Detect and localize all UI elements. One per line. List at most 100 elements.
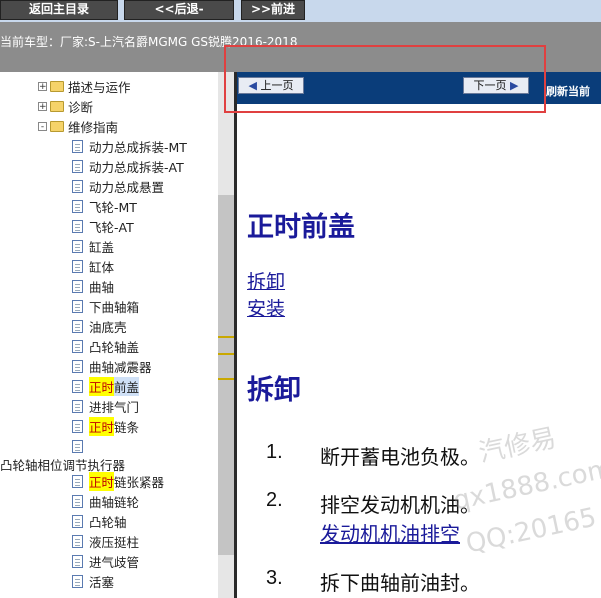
- expand-icon[interactable]: +: [38, 101, 47, 111]
- document-icon: [72, 259, 83, 273]
- tree-item-label: 进气歧管: [89, 554, 140, 570]
- tree-item-label: 诊断: [68, 99, 94, 115]
- tree-item[interactable]: 活塞: [72, 571, 114, 591]
- document-icon: [72, 554, 83, 568]
- tree-item-label: 油底壳: [89, 319, 127, 335]
- tree-item[interactable]: 飞轮-MT: [72, 196, 137, 216]
- tree-item[interactable]: 动力总成悬置: [72, 176, 164, 196]
- document-icon: [72, 299, 83, 313]
- tree-item-label: 进排气门: [89, 399, 140, 415]
- step-number: 3.: [266, 567, 283, 589]
- search-highlight: 正时: [89, 376, 115, 396]
- tree-item-label: 液压挺柱: [89, 534, 140, 550]
- tree-item-label: 飞轮-AT: [89, 219, 134, 235]
- document-icon: [72, 379, 83, 393]
- tree-item-label: 凸轮轴盖: [89, 339, 140, 355]
- tree-item[interactable]: 凸轮轴: [72, 511, 127, 531]
- tree-item-label: 飞轮-MT: [89, 199, 137, 215]
- section-heading: 拆卸: [247, 375, 301, 406]
- document-icon: [72, 279, 83, 293]
- scroll-marker: [218, 353, 234, 355]
- tree-item-label: 链条: [114, 419, 140, 435]
- tree-item[interactable]: 缸体: [72, 256, 114, 276]
- search-highlight: 正时: [89, 416, 115, 436]
- step-number: 2.: [266, 489, 283, 511]
- tree-item-label: 凸轮轴: [89, 514, 127, 530]
- document-icon: [72, 574, 83, 588]
- tree-item-label: 动力总成悬置: [89, 179, 165, 195]
- highlight-annotation-box: [224, 45, 546, 113]
- scrollbar-thumb[interactable]: [218, 195, 234, 555]
- collapse-icon[interactable]: -: [38, 121, 47, 131]
- removal-link[interactable]: 拆卸: [247, 267, 285, 294]
- tree-item[interactable]: 油底壳: [72, 316, 127, 336]
- tree-item[interactable]: 进气歧管: [72, 551, 139, 571]
- tree-item[interactable]: 飞轮-AT: [72, 216, 134, 236]
- step-link[interactable]: 发动机机油排空: [320, 518, 460, 547]
- tree-item[interactable]: 曲轴减震器: [72, 356, 152, 376]
- panel-divider: [234, 72, 237, 598]
- scroll-marker: [218, 336, 234, 338]
- document-icon: [72, 219, 83, 233]
- document-icon: [72, 319, 83, 333]
- document-icon: [72, 514, 83, 528]
- document-icon: [72, 199, 83, 213]
- open-folder-icon: [50, 120, 64, 132]
- tree-item-label: 动力总成拆装-MT: [89, 139, 187, 155]
- document-icon: [72, 359, 83, 373]
- document-icon: [72, 534, 83, 548]
- search-highlight: 正时: [89, 471, 115, 491]
- tree-item[interactable]: 曲轴链轮: [72, 491, 139, 511]
- tree-item[interactable]: 凸轮轴盖: [72, 336, 139, 356]
- tree-item[interactable]: 动力总成拆装-AT: [72, 156, 184, 176]
- tree-item-label: 下曲轴箱: [89, 299, 140, 315]
- scroll-marker: [218, 378, 234, 380]
- document-icon: [72, 494, 83, 508]
- tree-item[interactable]: 曲轴: [72, 276, 114, 296]
- document-icon: [72, 419, 83, 433]
- page-title: 正时前盖: [247, 212, 355, 243]
- tree-item-label: 动力总成拆装-AT: [89, 159, 184, 175]
- tree-item[interactable]: 下曲轴箱: [72, 296, 139, 316]
- tree-item-label: 维修指南: [68, 119, 119, 135]
- tree-item[interactable]: 正时 链条: [72, 416, 139, 436]
- tree-item-label: 曲轴链轮: [89, 494, 140, 510]
- tree-item-label: 描述与运作: [68, 79, 131, 95]
- step-text: 拆下曲轴前油封。: [320, 571, 480, 595]
- tree-item-description[interactable]: + 描述与运作: [38, 76, 131, 96]
- document-icon: [72, 439, 83, 453]
- document-icon: [72, 399, 83, 413]
- document-icon: [72, 339, 83, 353]
- document-icon: [72, 179, 83, 193]
- tree-item-label: 前盖: [114, 376, 140, 396]
- step-number: 1.: [266, 441, 283, 463]
- installation-link[interactable]: 安装: [247, 294, 285, 321]
- back-button[interactable]: <<后退-: [124, 0, 234, 20]
- tree-item-diagnosis[interactable]: + 诊断: [38, 96, 93, 116]
- step-text: 断开蓄电池负极。: [320, 445, 480, 469]
- tree-item-label: 链张紧器: [114, 474, 165, 490]
- document-icon: [72, 139, 83, 153]
- folder-icon: [50, 100, 64, 112]
- document-icon: [72, 239, 83, 253]
- tree-item-selected[interactable]: 正时 前盖: [72, 376, 140, 396]
- tree-item[interactable]: 缸盖: [72, 236, 114, 256]
- tree-item-repair-guide[interactable]: - 维修指南: [38, 116, 118, 136]
- document-icon: [72, 474, 83, 488]
- tree-item-label: 活塞: [89, 574, 115, 590]
- vehicle-label: 当前车型：: [0, 35, 61, 49]
- forward-button[interactable]: >>前进: [241, 0, 305, 20]
- home-button[interactable]: 返回主目录: [0, 0, 118, 20]
- document-icon: [72, 159, 83, 173]
- tree-item[interactable]: 动力总成拆装-MT: [72, 136, 187, 156]
- tree-item-label: 缸盖: [89, 239, 115, 255]
- tree-item[interactable]: 正时 链张紧器: [72, 471, 164, 491]
- tree-item-label: 缸体: [89, 259, 115, 275]
- tree-item[interactable]: 进排气门: [72, 396, 139, 416]
- tree-item-label: 曲轴: [89, 279, 115, 295]
- expand-icon[interactable]: +: [38, 81, 47, 91]
- tree-item[interactable]: [72, 436, 89, 456]
- tree-item-label: 曲轴减震器: [89, 359, 152, 375]
- refresh-current-link[interactable]: 刷新当前: [546, 83, 590, 99]
- tree-item[interactable]: 液压挺柱: [72, 531, 139, 551]
